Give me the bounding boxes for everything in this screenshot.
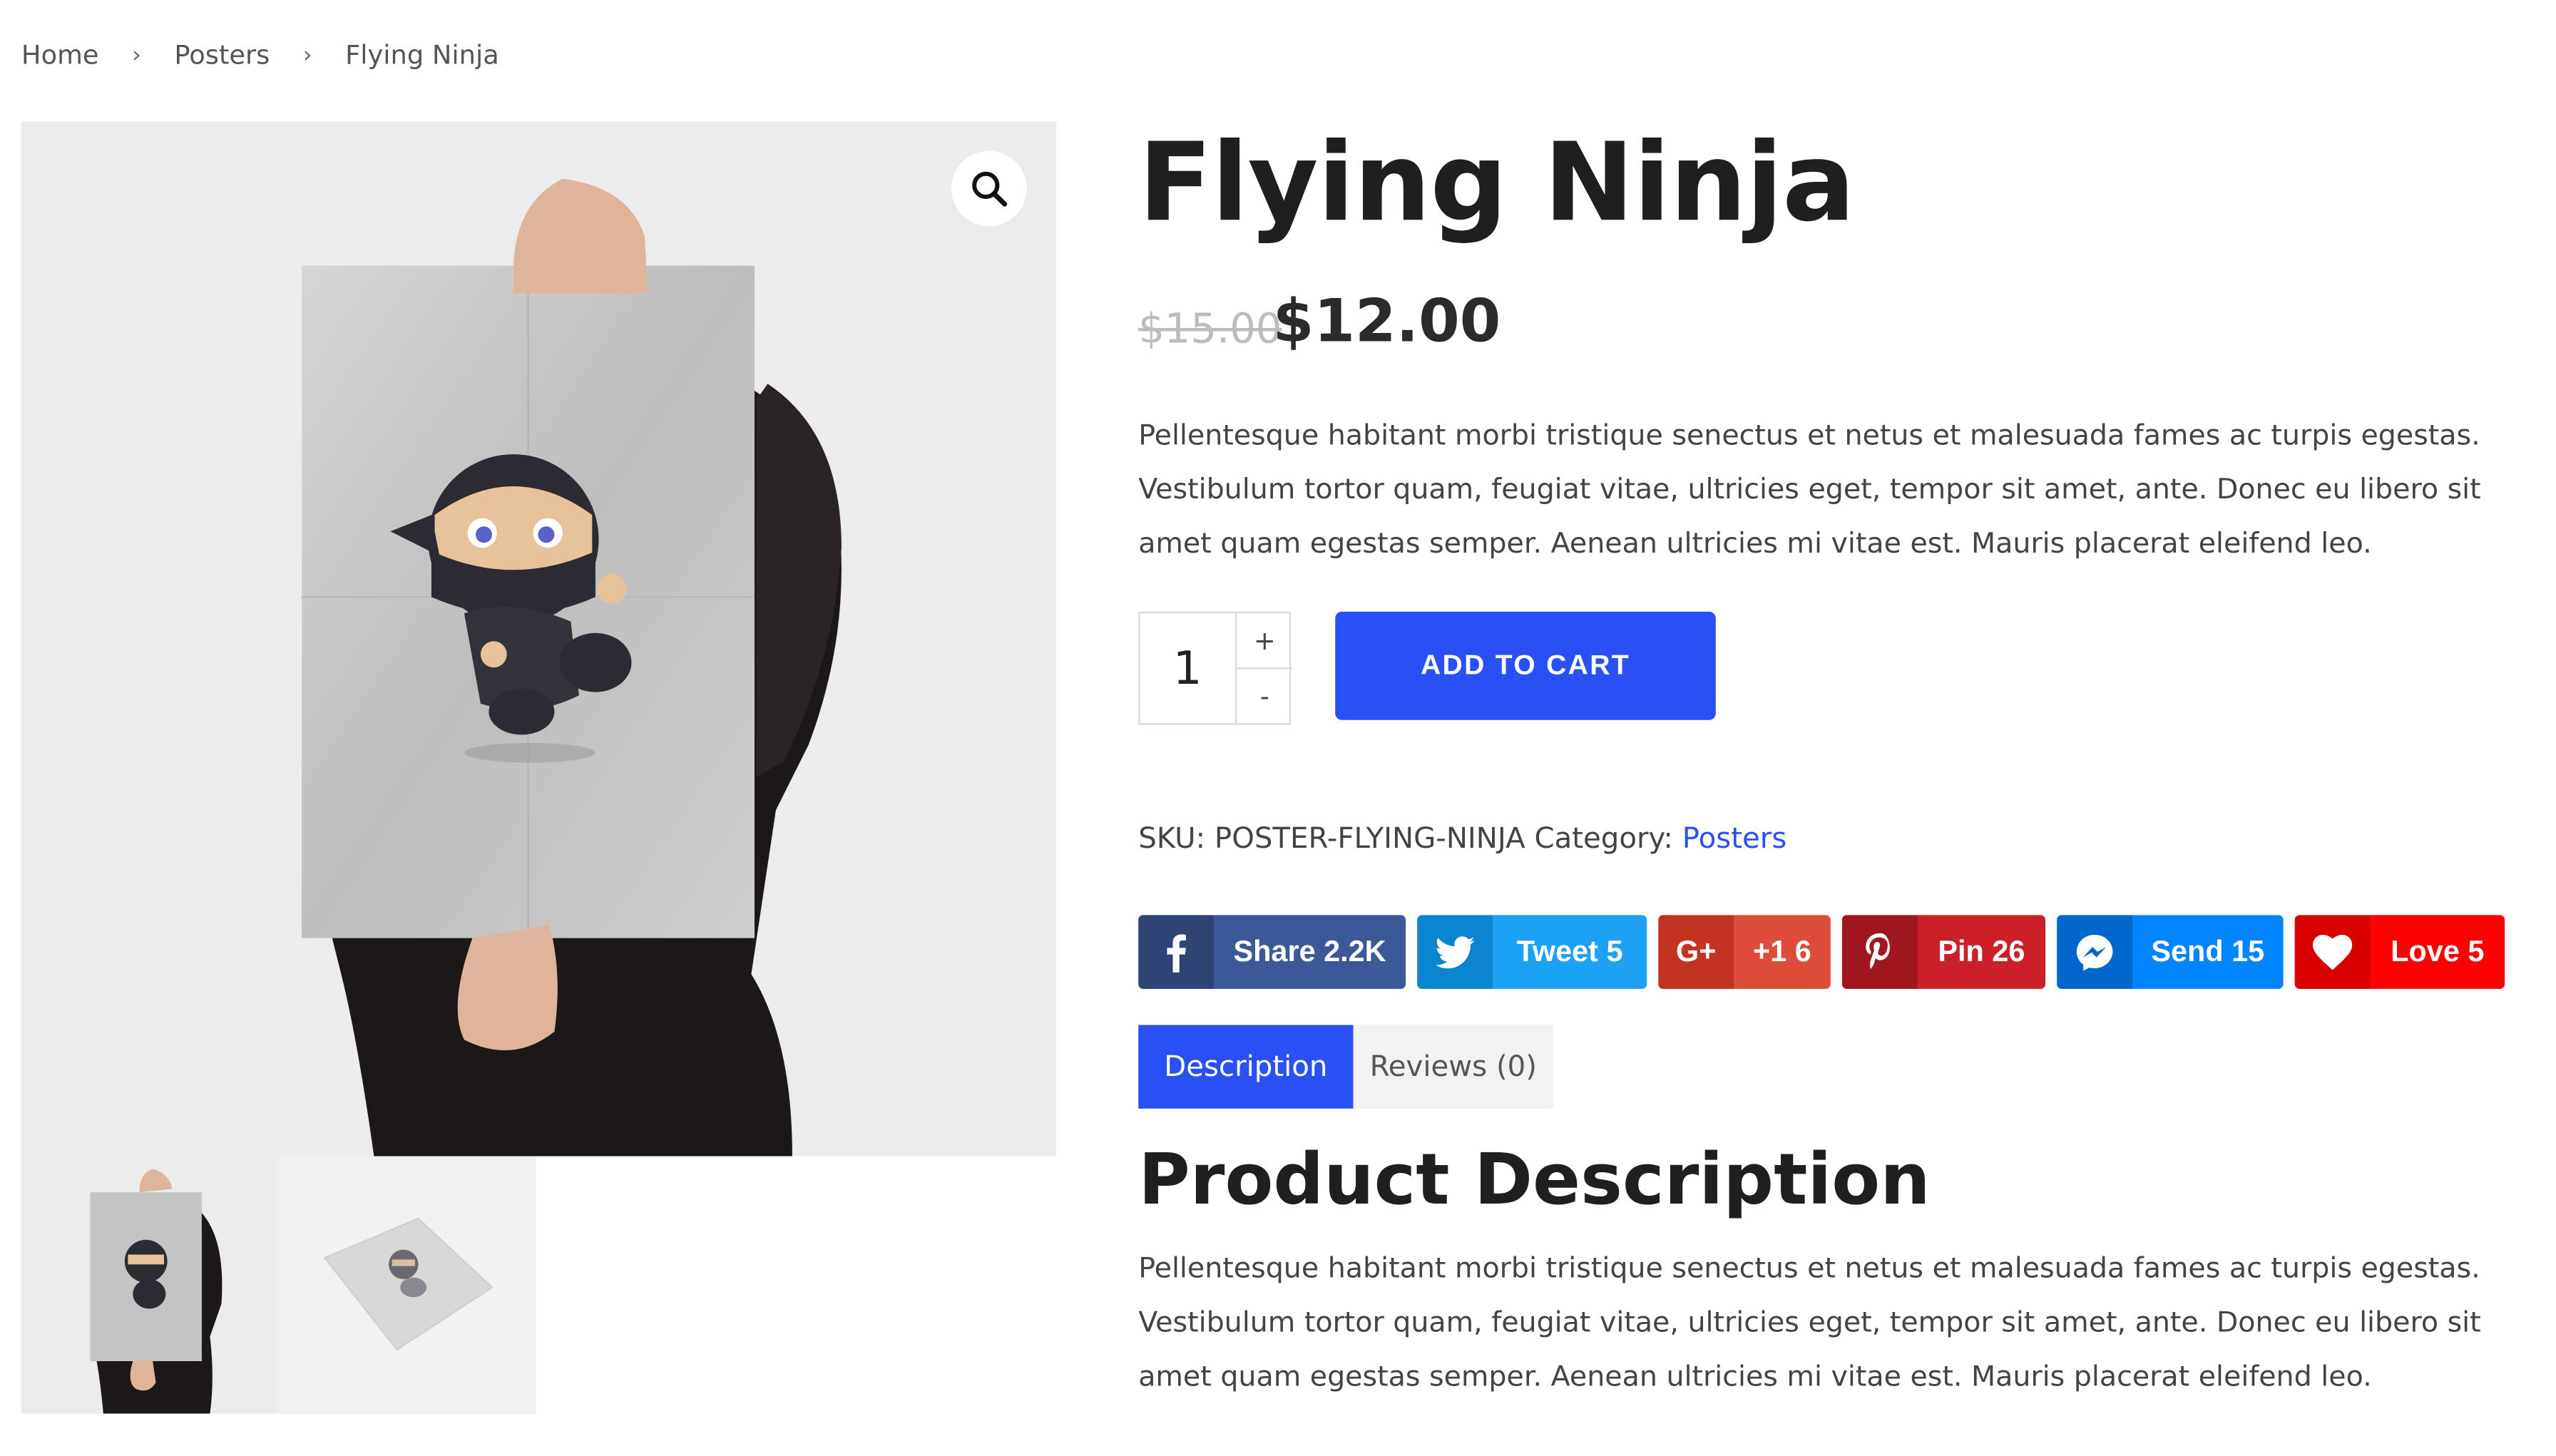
zoom-button[interactable] xyxy=(951,150,1027,227)
description-text: Pellentesque habitant morbi tristique se… xyxy=(1138,1253,2481,1394)
google-plus-icon: G+ xyxy=(1658,915,1734,989)
description-heading: Product Description xyxy=(1138,1139,1931,1222)
messenger-icon xyxy=(2057,915,2132,989)
share-twitter-button[interactable]: Tweet 5 xyxy=(1417,915,1647,989)
share-google-plus-button[interactable]: G+ +1 6 xyxy=(1658,915,1831,989)
sku-value: POSTER-FLYING-NINJA xyxy=(1214,823,1525,856)
breadcrumb: Home › Posters › Flying Ninja xyxy=(21,39,499,71)
heart-icon xyxy=(2294,915,2371,989)
category-link[interactable]: Posters xyxy=(1682,824,1787,856)
add-to-cart-button[interactable]: ADD TO CART xyxy=(1335,611,1716,720)
ninja-poster-thumbnail xyxy=(21,1156,280,1414)
product-main-image[interactable] xyxy=(21,121,1057,1157)
share-pinterest-button[interactable]: Pin 26 xyxy=(1841,915,2046,989)
pinterest-icon xyxy=(1841,915,1918,989)
ninja-poster-image xyxy=(21,121,1057,1157)
quantity-increase-button[interactable]: + xyxy=(1234,613,1293,670)
product-short-description: Pellentesque habitant morbi tristique se… xyxy=(1138,419,2481,561)
thumbnail-2[interactable] xyxy=(279,1156,537,1414)
share-facebook-button[interactable]: Share 2.2K xyxy=(1138,915,1406,989)
share-pinterest-label: Pin 26 xyxy=(1938,935,2025,968)
product-title: Flying Ninja xyxy=(1138,119,1855,246)
chevron-right-icon: › xyxy=(132,41,141,68)
twitter-icon xyxy=(1417,915,1493,989)
quantity-decrease-button[interactable]: - xyxy=(1234,669,1292,724)
facebook-icon xyxy=(1138,915,1214,989)
share-google-plus-label: +1 6 xyxy=(1753,935,1811,968)
breadcrumb-home[interactable]: Home xyxy=(21,39,99,71)
ninja-poster-flat-thumbnail xyxy=(279,1156,537,1414)
share-messenger-button[interactable]: Send 15 xyxy=(2057,915,2284,989)
thumbnail-1[interactable] xyxy=(21,1156,280,1414)
share-love-label: Love 5 xyxy=(2391,935,2485,968)
magnifier-icon xyxy=(972,171,1008,207)
product-page: Home › Posters › Flying Ninja Flying Nin… xyxy=(0,0,2555,1456)
tab-reviews[interactable]: Reviews (0) xyxy=(1353,1025,1554,1109)
sku-label: SKU: xyxy=(1138,823,1206,856)
category-label: Category: xyxy=(1534,823,1673,856)
share-messenger-label: Send 15 xyxy=(2151,935,2265,968)
share-twitter-label: Tweet 5 xyxy=(1516,935,1623,968)
breadcrumb-category[interactable]: Posters xyxy=(174,39,270,71)
quantity-input[interactable]: 1 xyxy=(1140,613,1235,723)
breadcrumb-current: Flying Ninja xyxy=(345,39,499,71)
price-sale: $12.00 xyxy=(1272,288,1501,357)
share-facebook-label: Share 2.2K xyxy=(1233,935,1386,968)
quantity-stepper: 1 + - xyxy=(1138,611,1293,725)
product-meta: SKU: POSTER-FLYING-NINJA Category: Poste… xyxy=(1138,824,1786,856)
tab-description[interactable]: Description xyxy=(1138,1025,1354,1109)
chevron-right-icon: › xyxy=(302,41,312,68)
share-love-button[interactable]: Love 5 xyxy=(2294,915,2505,989)
price-original: $15.00 xyxy=(1138,304,1282,353)
